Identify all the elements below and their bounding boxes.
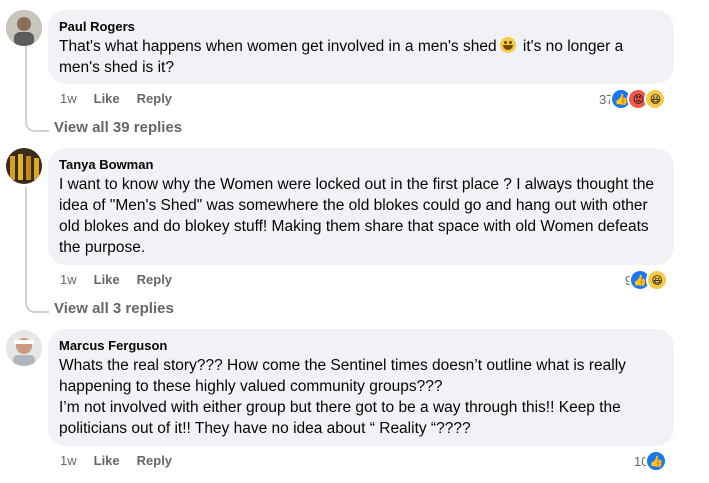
laughing-emoji-icon (499, 37, 516, 53)
thread-line (25, 187, 27, 299)
like-button[interactable]: Like (94, 91, 120, 106)
commenter-name[interactable]: Tanya Bowman (59, 156, 662, 173)
comment-bubble: Paul Rogers That's what happens when wom… (48, 10, 674, 84)
comment-time[interactable]: 1w (60, 91, 77, 106)
comment-actions: 1w Like Reply (60, 453, 172, 468)
avatar[interactable] (6, 330, 42, 366)
like-button[interactable]: Like (94, 272, 120, 287)
reply-button[interactable]: Reply (137, 453, 172, 468)
comment-actions: 1w Like Reply (60, 272, 172, 287)
comment-bubble: Marcus Ferguson Whats the real story??? … (48, 329, 674, 446)
comment-text-line: Whats the real story??? How come the Sen… (59, 357, 626, 395)
like-icon: 👍 (645, 450, 668, 472)
reaction-summary[interactable]: 10 👍 (634, 450, 668, 472)
thread-line (25, 46, 27, 118)
comment-actions: 1w Like Reply (60, 91, 172, 106)
comment-bubble: Tanya Bowman I want to know why the Wome… (48, 148, 674, 265)
view-replies-link[interactable]: View all 3 replies (54, 300, 174, 317)
commenter-name[interactable]: Paul Rogers (59, 18, 662, 35)
like-button[interactable]: Like (94, 453, 120, 468)
avatar[interactable] (6, 148, 42, 184)
reply-button[interactable]: Reply (137, 91, 172, 106)
comment-text-line: I’m not involved with either group but t… (59, 399, 621, 437)
comment-text: Whats the real story??? How come the Sen… (59, 355, 662, 439)
comment-time[interactable]: 1w (60, 272, 77, 287)
comment-time[interactable]: 1w (60, 453, 77, 468)
comment-text: I want to know why the Women were locked… (59, 176, 655, 256)
reply-button[interactable]: Reply (137, 272, 172, 287)
haha-icon: 😆 (644, 88, 667, 110)
commenter-name[interactable]: Marcus Ferguson (59, 337, 662, 354)
view-replies-link[interactable]: View all 39 replies (54, 119, 182, 136)
avatar[interactable] (6, 10, 42, 46)
comment-text: That's what happens when women get invol… (59, 37, 624, 76)
reaction-summary[interactable]: 37 👍 😡 😆 (599, 88, 667, 110)
thread-elbow (25, 297, 49, 313)
reaction-summary[interactable]: 9 👍 😆 (625, 269, 669, 291)
thread-elbow (25, 116, 49, 132)
haha-icon: 😆 (646, 269, 669, 291)
